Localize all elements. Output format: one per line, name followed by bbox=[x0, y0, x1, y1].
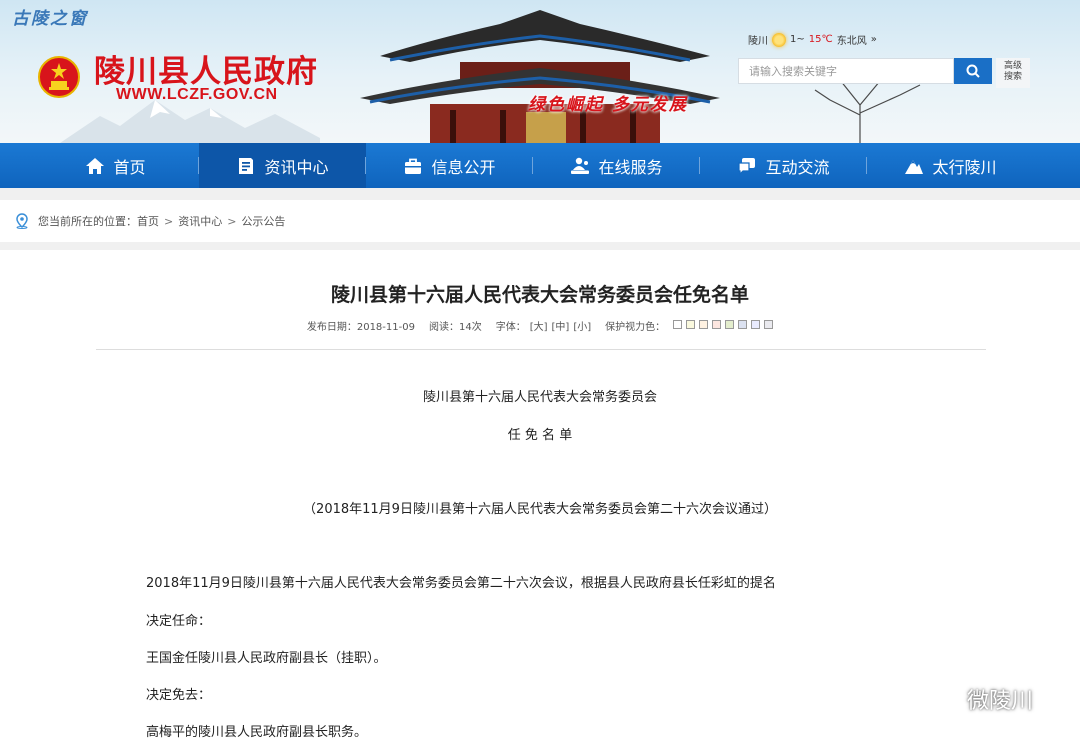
snow-mountain-image bbox=[60, 100, 320, 143]
color-swatch-1[interactable] bbox=[673, 319, 683, 329]
breadcrumb-news-center[interactable]: 资讯中心 bbox=[178, 213, 222, 229]
tagline-top: 古陵之窗 bbox=[12, 9, 88, 29]
list-title: 任 免 名 单 bbox=[507, 428, 573, 443]
nav-label: 首页 bbox=[113, 157, 146, 177]
location-pin-icon bbox=[16, 213, 28, 229]
font-small-button[interactable]: [小] bbox=[573, 318, 591, 333]
nav-item-news-center[interactable]: 资讯中心 bbox=[199, 143, 366, 188]
color-swatch-2[interactable] bbox=[686, 319, 696, 329]
title-divider bbox=[96, 349, 986, 350]
mountain-icon bbox=[905, 159, 924, 174]
watermark-text: 微陵川 bbox=[967, 689, 1034, 714]
breadcrumb: 您当前所在的位置： 首页 > 资讯中心 > 公示公告 bbox=[0, 200, 1080, 242]
weather-wind: 东北风 bbox=[836, 36, 867, 47]
nav-item-interaction[interactable]: 互动交流 bbox=[700, 143, 867, 188]
font-large-button[interactable]: [大] bbox=[530, 318, 548, 333]
service-desk-icon bbox=[571, 157, 590, 174]
nav-label: 信息公开 bbox=[431, 157, 496, 177]
briefcase-icon bbox=[405, 158, 422, 174]
color-swatch-6[interactable] bbox=[738, 319, 748, 329]
color-swatch-4[interactable] bbox=[712, 319, 722, 329]
weather-widget[interactable]: 陵川 1~ 15℃ 东北风 » bbox=[748, 32, 877, 47]
eye-protection-label: 保护视力色： bbox=[605, 322, 666, 333]
temple-image bbox=[360, 10, 720, 143]
color-swatch-7[interactable] bbox=[751, 319, 761, 329]
national-emblem-icon bbox=[38, 56, 80, 98]
breadcrumb-separator: > bbox=[227, 214, 237, 228]
section-spacer bbox=[0, 188, 1080, 200]
breadcrumb-prefix: 您当前所在的位置： bbox=[38, 215, 137, 228]
home-icon bbox=[86, 157, 105, 174]
breadcrumb-announcements[interactable]: 公示公告 bbox=[241, 213, 285, 229]
paragraph: 王国金任陵川县人民政府副县长（挂职）。 bbox=[146, 651, 387, 666]
passed-note: （2018年11月9日陵川县第十六届人民代表大会常务委员会第二十六次会议通过） bbox=[303, 502, 777, 517]
wechat-watermark: 微陵川 bbox=[917, 682, 1033, 716]
section-spacer bbox=[0, 242, 1080, 250]
color-swatch-5[interactable] bbox=[725, 319, 735, 329]
org-line: 陵川县第十六届人民代表大会常务委员会 bbox=[422, 390, 657, 405]
color-swatch-8[interactable] bbox=[764, 319, 774, 329]
search-icon bbox=[966, 64, 980, 78]
advanced-search-label-1: 高级 bbox=[1003, 61, 1022, 71]
weather-temp-high: 15℃ bbox=[808, 34, 833, 45]
site-slogan: 绿色崛起 多元发展 bbox=[528, 95, 688, 115]
advanced-search-label-2: 搜索 bbox=[1003, 72, 1022, 82]
weather-more-icon[interactable]: » bbox=[871, 34, 877, 45]
breadcrumb-separator: > bbox=[164, 214, 174, 228]
site-title[interactable]: 陵川县人民政府 bbox=[94, 46, 318, 91]
nav-label: 资讯中心 bbox=[264, 157, 329, 177]
wechat-icon bbox=[917, 682, 960, 714]
site-url[interactable]: WWW.LCZF.GOV.CN bbox=[116, 86, 278, 104]
advanced-search-button[interactable]: 高级 搜索 bbox=[996, 58, 1030, 88]
color-swatch-3[interactable] bbox=[699, 319, 709, 329]
article-title: 陵川县第十六届人民代表大会常务委员会任免名单 bbox=[330, 284, 749, 306]
search-button[interactable] bbox=[954, 58, 992, 84]
breadcrumb-home[interactable]: 首页 bbox=[137, 213, 159, 229]
nav-label: 在线服务 bbox=[598, 157, 663, 177]
document-icon bbox=[239, 157, 254, 174]
paragraph: 高梅平的陵川县人民政府副县长职务。 bbox=[146, 725, 368, 740]
nav-item-taihang-lingchuan[interactable]: 太行陵川 bbox=[867, 143, 1034, 188]
nav-item-online-service[interactable]: 在线服务 bbox=[533, 143, 700, 188]
paragraph: 决定免去： bbox=[146, 688, 212, 703]
font-size-label: 字体： bbox=[495, 322, 526, 333]
font-medium-button[interactable]: [中] bbox=[552, 318, 570, 333]
sun-icon bbox=[772, 32, 786, 47]
search-input[interactable]: 请输入搜索关键字 bbox=[738, 58, 954, 84]
nav-item-home[interactable]: 首页 bbox=[32, 143, 199, 188]
publish-date: 发布日期：2018-11-09 bbox=[306, 322, 415, 333]
nav-item-info-disclosure[interactable]: 信息公开 bbox=[366, 143, 533, 188]
chat-icon bbox=[738, 157, 756, 175]
weather-city: 陵川 bbox=[748, 36, 768, 47]
main-nav: 首页 资讯中心 信息公开 在线服务 互动交流 太行陵川 bbox=[0, 143, 1080, 188]
weather-temp-low: 1~ bbox=[790, 34, 805, 45]
site-header: 古陵之窗 陵川县人民政府 WWW.LCZF.GOV.CN 绿色崛起 多元发展 陵… bbox=[0, 0, 1080, 143]
article-meta: 发布日期：2018-11-09 阅读：14次 字体： [大] [中] [小] 保… bbox=[0, 318, 1080, 333]
view-count: 阅读：14次 bbox=[428, 322, 482, 333]
eye-protection-swatches bbox=[669, 319, 774, 332]
paragraph: 2018年11月9日陵川县第十六届人民代表大会常务委员会第二十六次会议，根据县人… bbox=[146, 576, 776, 591]
nav-label: 太行陵川 bbox=[932, 157, 997, 177]
paragraph: 决定任命： bbox=[146, 614, 212, 629]
nav-label: 互动交流 bbox=[765, 157, 830, 177]
